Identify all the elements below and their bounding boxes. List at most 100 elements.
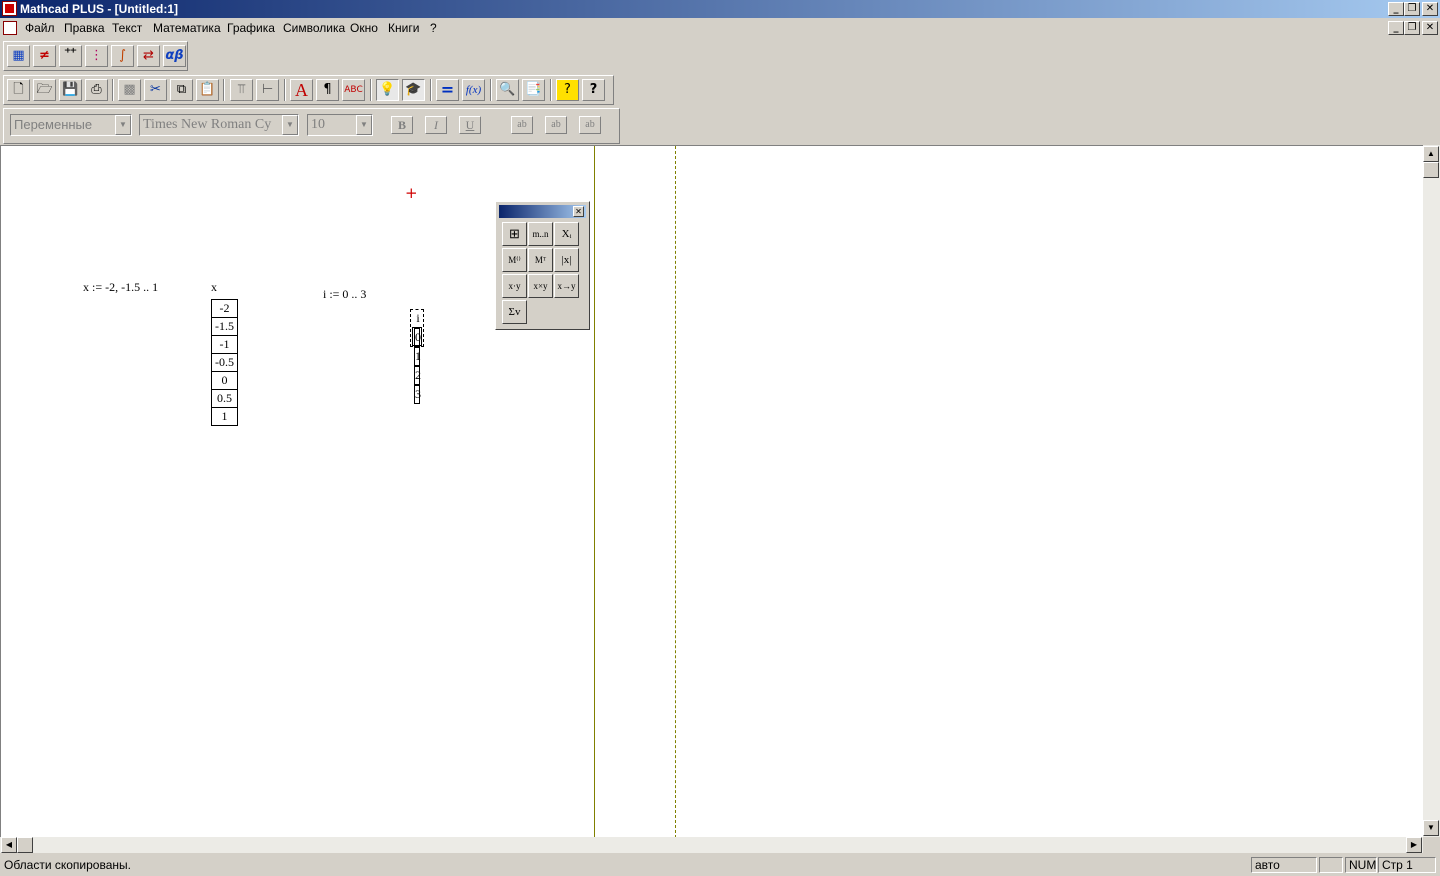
menu-books[interactable]: Книги <box>388 21 419 35</box>
x-result-table[interactable]: -2 -1.5 -1 -0.5 0 0.5 1 <box>211 299 238 426</box>
quicksheets-icon[interactable]: 📑 <box>522 79 545 101</box>
menu-edit[interactable]: Правка <box>64 21 105 35</box>
i-result-cell: 1 <box>414 347 421 366</box>
palette-title-bar[interactable]: ✕ <box>499 205 586 218</box>
bold-button[interactable]: B <box>391 116 413 134</box>
paste-icon[interactable]: 📋 <box>196 79 219 101</box>
vector-sum-icon[interactable]: Σv <box>502 300 527 324</box>
chevron-down-icon[interactable]: ▼ <box>115 115 131 135</box>
separator <box>370 79 372 101</box>
style-value: Переменные <box>14 117 93 132</box>
x-evaluation-label[interactable]: x <box>211 280 217 295</box>
menu-help[interactable]: ? <box>430 21 437 35</box>
transpose-icon[interactable]: Mᵀ <box>528 248 553 272</box>
calculus-icon[interactable]: ∫ <box>111 45 134 67</box>
i-evaluation-region[interactable]: i 0123 <box>410 309 424 404</box>
doc-close-icon[interactable]: ✕ <box>1422 21 1438 35</box>
cut-icon[interactable]: ✂ <box>144 79 167 101</box>
x-result-cell: 0 <box>212 372 237 390</box>
align-left-icon[interactable]: ⊢ <box>256 79 279 101</box>
cross-product-icon[interactable]: x×y <box>528 274 553 298</box>
x-range-definition[interactable]: x := -2, -1.5 .. 1 <box>83 280 158 295</box>
evaluation-icon[interactable]: ≠ <box>33 45 56 67</box>
chevron-down-icon[interactable]: ▼ <box>356 115 372 135</box>
align-center-text-icon[interactable]: ab <box>545 116 567 134</box>
window-title: Mathcad PLUS - [Untitled:1] <box>20 2 178 16</box>
matrix-insert-icon[interactable]: ⊞ <box>502 222 527 246</box>
i-result-cell: 3 <box>414 385 421 404</box>
horizontal-scroll-thumb[interactable] <box>17 837 33 853</box>
crosshair-cursor: + <box>405 184 418 202</box>
style-select[interactable]: Переменные ▼ <box>10 114 132 136</box>
separator <box>550 79 552 101</box>
doc-minimize-icon[interactable]: _ <box>1388 21 1404 35</box>
font-select[interactable]: Times New Roman Cy ▼ <box>139 114 299 136</box>
scroll-right-icon[interactable]: ▶ <box>1406 837 1422 853</box>
worksheet[interactable]: x := -2, -1.5 .. 1 x -2 -1.5 -1 -0.5 0 0.5 1 i… <box>0 145 1423 837</box>
calculator-icon[interactable]: ▦ <box>7 45 30 67</box>
calc-mode-panel: авто <box>1251 857 1317 873</box>
underline-button[interactable]: U <box>459 116 481 134</box>
save-icon[interactable]: 💾 <box>59 79 82 101</box>
close-icon[interactable]: ✕ <box>1422 2 1438 16</box>
minimize-icon[interactable]: _ <box>1388 2 1404 16</box>
open-icon[interactable]: 🗁 <box>33 79 56 101</box>
help-icon[interactable]: ? <box>582 79 605 101</box>
scroll-left-icon[interactable]: ◀ <box>1 837 17 853</box>
column-icon[interactable]: M⁽⁾ <box>502 248 527 272</box>
menu-symbolics[interactable]: Символика <box>283 21 345 35</box>
scroll-down-icon[interactable]: ▼ <box>1423 820 1439 836</box>
italic-button[interactable]: I <box>425 116 447 134</box>
menu-graphics[interactable]: Графика <box>227 21 275 35</box>
chevron-down-icon[interactable]: ▼ <box>282 115 298 135</box>
spellcheck-icon[interactable]: ABC <box>342 79 365 101</box>
calculate-icon[interactable]: = <box>436 79 459 101</box>
restore-icon[interactable]: ❐ <box>1404 2 1420 16</box>
separator <box>223 79 225 101</box>
menu-bar: Файл Правка Текст Математика Графика Сим… <box>0 18 1440 38</box>
lightbulb-icon[interactable]: 💡 <box>376 79 399 101</box>
close-icon[interactable]: ✕ <box>573 206 584 217</box>
print-icon[interactable]: ⎙ <box>85 79 108 101</box>
menu-window[interactable]: Окно <box>350 21 378 35</box>
dot-product-icon[interactable]: x·y <box>502 274 527 298</box>
size-select[interactable]: 10 ▼ <box>307 114 373 136</box>
doc-restore-icon[interactable]: ❐ <box>1404 21 1420 35</box>
document-icon[interactable] <box>3 21 17 35</box>
resource-center-icon[interactable]: 🎓 <box>402 79 425 101</box>
i-range-definition[interactable]: i := 0 .. 3 <box>323 287 366 302</box>
vertical-scroll-thumb[interactable] <box>1423 162 1439 178</box>
insert-function-icon[interactable]: f(x) <box>462 79 485 101</box>
determinant-icon[interactable]: |x| <box>554 248 579 272</box>
help-context-icon[interactable]: ? <box>556 79 579 101</box>
horizontal-scrollbar[interactable]: ◀ ▶ <box>0 837 1423 853</box>
copy-icon[interactable]: ⧉ <box>170 79 193 101</box>
paragraph-icon[interactable]: ¶ <box>316 79 339 101</box>
matrix-icon[interactable]: ⋮ <box>85 45 108 67</box>
zoom-icon[interactable]: 🔍 <box>496 79 519 101</box>
align-top-icon[interactable]: ⫪ <box>230 79 253 101</box>
i-evaluation-label: i <box>416 311 420 325</box>
app-icon[interactable] <box>2 1 17 16</box>
text-region-icon[interactable]: A <box>290 79 313 101</box>
menu-text[interactable]: Текст <box>112 21 142 35</box>
vectorize-icon[interactable]: x→y <box>554 274 579 298</box>
page-number-panel: Стр 1 <box>1378 857 1436 873</box>
greek-icon[interactable]: αβ <box>163 45 186 67</box>
vertical-scrollbar[interactable]: ▲ ▼ <box>1423 145 1440 837</box>
check-regions-icon[interactable]: ▩ <box>118 79 141 101</box>
boolean-icon[interactable]: ⇄ <box>137 45 160 67</box>
align-left-text-icon[interactable]: ab <box>511 116 533 134</box>
separator <box>112 79 114 101</box>
x-result-cell: -2 <box>212 300 237 318</box>
scroll-up-icon[interactable]: ▲ <box>1423 146 1439 162</box>
subscript-icon[interactable]: Xᵢ <box>554 222 579 246</box>
menu-math[interactable]: Математика <box>153 21 221 35</box>
scroll-corner <box>1423 837 1440 853</box>
menu-file[interactable]: Файл <box>25 21 55 35</box>
font-value: Times New Roman Cy <box>143 117 272 132</box>
new-icon[interactable]: 🗋 <box>7 79 30 101</box>
align-right-text-icon[interactable]: ab <box>579 116 601 134</box>
range-variable-icon[interactable]: m..n <box>528 222 553 246</box>
graph-icon[interactable]: ⺿ <box>59 45 82 67</box>
